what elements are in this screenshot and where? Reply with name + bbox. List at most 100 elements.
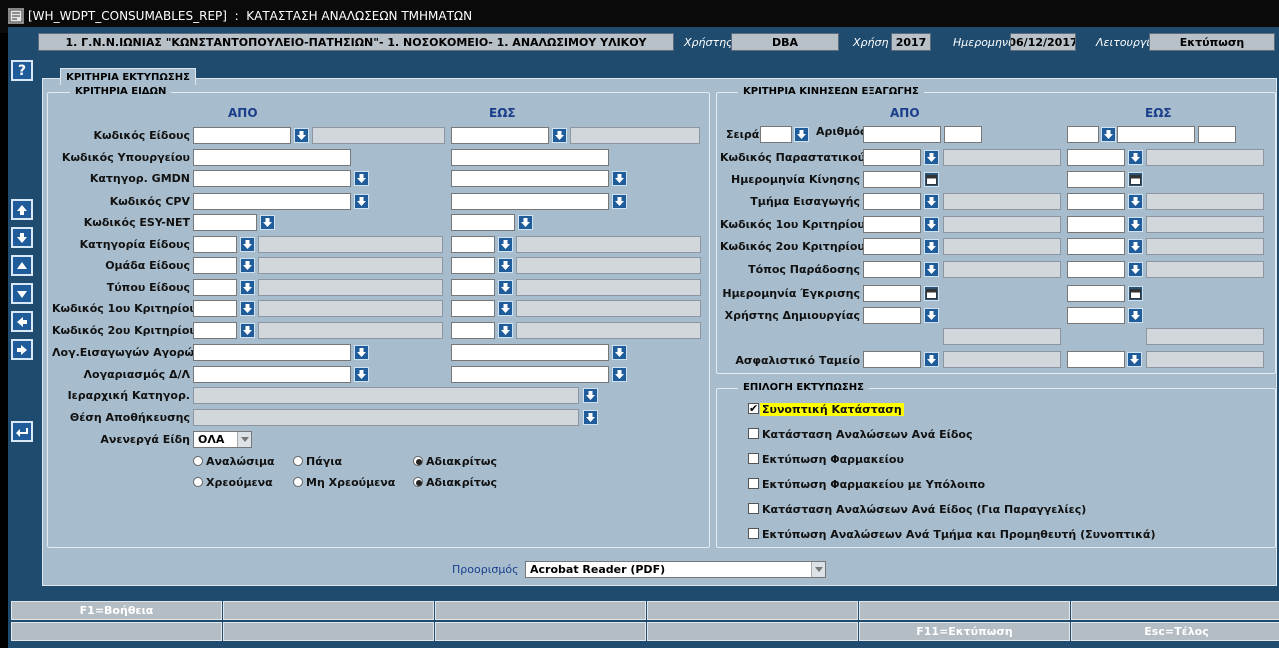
items-row-2-from-lov-button[interactable] (354, 171, 369, 186)
previous-block-button[interactable] (11, 311, 33, 332)
items-row-5-from-lov-button[interactable] (240, 237, 255, 252)
insurance-to-lov-button[interactable] (1127, 352, 1142, 367)
items-row-7-from-field[interactable] (193, 279, 237, 296)
movement-row-7-to-lov-button[interactable] (1128, 308, 1143, 323)
movement-row-4-to-lov-button[interactable] (1128, 239, 1143, 254)
items-row-10-from-lov-button[interactable] (354, 345, 369, 360)
items-row-12-lov-button[interactable] (583, 388, 598, 403)
items-row-1-to-field[interactable] (451, 149, 609, 166)
items-row-10-to-field[interactable] (451, 344, 609, 361)
number-from-field[interactable] (863, 126, 941, 143)
items-row-11-to-field[interactable] (451, 366, 609, 383)
print-option-3-checkbox[interactable] (748, 478, 759, 489)
insurance-from-field[interactable] (863, 351, 921, 368)
tab-print-criteria[interactable]: ΚΡΙΤΗΡΙΑ ΕΚΤΥΠΩΣΗΣ (60, 68, 196, 85)
print-option-1-checkbox[interactable] (748, 428, 759, 439)
number-to-ext-field[interactable] (1198, 126, 1236, 143)
movement-row-0-to-field[interactable] (1067, 149, 1125, 166)
movement-row-5-from-field[interactable] (863, 261, 921, 278)
movement-row-2-from-field[interactable] (863, 193, 921, 210)
movement-row-3-to-field[interactable] (1067, 216, 1125, 233)
fkey-esc-button[interactable]: Esc=Τέλος (1071, 622, 1279, 641)
previous-record-button[interactable] (11, 255, 33, 276)
last-record-button[interactable] (11, 227, 33, 248)
items-row-3-to-field[interactable] (451, 193, 609, 210)
print-option-4-checkbox[interactable] (748, 503, 759, 514)
items-row-8-to-lov-button[interactable] (498, 301, 513, 316)
number-from-ext-field[interactable] (944, 126, 982, 143)
movement-row-3-from-lov-button[interactable] (924, 217, 939, 232)
items-row-2-to-field[interactable] (451, 170, 609, 187)
first-record-button[interactable] (11, 199, 33, 220)
items-row-8-to-field[interactable] (451, 300, 495, 317)
items-row-11-from-lov-button[interactable] (354, 367, 369, 382)
items-row-3-from-field[interactable] (193, 193, 351, 210)
movement-row-1-to-calendar-button[interactable] (1128, 172, 1143, 187)
movement-row-4-from-lov-button[interactable] (924, 239, 939, 254)
series-from-lov-button[interactable] (794, 127, 809, 142)
insurance-from-lov-button[interactable] (924, 352, 939, 367)
movement-row-1-from-field[interactable] (863, 171, 921, 188)
items-row-10-to-lov-button[interactable] (612, 345, 627, 360)
items-row-10-from-field[interactable] (193, 344, 351, 361)
radio2-option-1-radio[interactable] (293, 477, 303, 487)
fkey-f11-button[interactable]: F11=Εκτύπωση (859, 622, 1070, 641)
series-to-field[interactable] (1067, 126, 1099, 143)
movement-row-7-from-lov-button[interactable] (924, 308, 939, 323)
items-row-13-lov-button[interactable] (583, 410, 598, 425)
items-row-5-to-lov-button[interactable] (498, 237, 513, 252)
destination-select[interactable]: Acrobat Reader (PDF) (525, 561, 826, 578)
items-row-2-from-field[interactable] (193, 170, 351, 187)
movement-row-5-to-field[interactable] (1067, 261, 1125, 278)
radio1-option-1-radio[interactable] (293, 456, 303, 466)
movement-row-4-to-field[interactable] (1067, 238, 1125, 255)
series-to-lov-button[interactable] (1101, 127, 1116, 142)
items-row-0-from-field[interactable] (193, 127, 291, 144)
items-row-6-to-lov-button[interactable] (498, 258, 513, 273)
items-row-2-to-lov-button[interactable] (612, 171, 627, 186)
next-record-button[interactable] (11, 283, 33, 304)
items-row-7-from-lov-button[interactable] (240, 280, 255, 295)
items-row-6-from-lov-button[interactable] (240, 258, 255, 273)
inactive-items-select[interactable]: ΟΛΑ (193, 431, 252, 448)
items-row-0-to-lov-button[interactable] (552, 128, 567, 143)
movement-row-2-to-field[interactable] (1067, 193, 1125, 210)
movement-row-6-to-field[interactable] (1067, 285, 1125, 302)
return-button[interactable] (11, 421, 33, 442)
movement-row-3-to-lov-button[interactable] (1128, 217, 1143, 232)
movement-row-4-from-field[interactable] (863, 238, 921, 255)
items-row-3-to-lov-button[interactable] (612, 194, 627, 209)
items-row-9-to-field[interactable] (451, 322, 495, 339)
items-row-1-from-field[interactable] (193, 149, 351, 166)
movement-row-2-to-lov-button[interactable] (1128, 194, 1143, 209)
items-row-8-from-field[interactable] (193, 300, 237, 317)
movement-row-3-from-field[interactable] (863, 216, 921, 233)
items-row-4-from-field[interactable] (193, 214, 257, 231)
movement-row-6-from-calendar-button[interactable] (924, 286, 939, 301)
movement-row-1-to-field[interactable] (1067, 171, 1125, 188)
next-block-button[interactable] (11, 339, 33, 360)
items-row-0-to-field[interactable] (451, 127, 549, 144)
help-button[interactable]: ? (11, 60, 33, 81)
items-row-8-from-lov-button[interactable] (240, 301, 255, 316)
print-option-5-checkbox[interactable] (748, 528, 759, 539)
items-row-5-from-field[interactable] (193, 236, 237, 253)
movement-row-1-from-calendar-button[interactable] (924, 172, 939, 187)
movement-row-5-to-lov-button[interactable] (1128, 262, 1143, 277)
radio1-option-2-radio[interactable] (413, 456, 423, 466)
items-row-6-to-field[interactable] (451, 257, 495, 274)
items-row-11-from-field[interactable] (193, 366, 351, 383)
items-row-4-to-field[interactable] (451, 214, 515, 231)
items-row-9-from-lov-button[interactable] (240, 323, 255, 338)
items-row-0-from-lov-button[interactable] (294, 128, 309, 143)
movement-row-6-from-field[interactable] (863, 285, 921, 302)
items-row-7-to-lov-button[interactable] (498, 280, 513, 295)
movement-row-0-to-lov-button[interactable] (1128, 150, 1143, 165)
movement-row-0-from-field[interactable] (863, 149, 921, 166)
radio2-option-0-radio[interactable] (193, 477, 203, 487)
radio1-option-0-radio[interactable] (193, 456, 203, 466)
movement-row-5-from-lov-button[interactable] (924, 262, 939, 277)
print-option-2-checkbox[interactable] (748, 453, 759, 464)
items-row-11-to-lov-button[interactable] (612, 367, 627, 382)
items-row-3-from-lov-button[interactable] (354, 194, 369, 209)
